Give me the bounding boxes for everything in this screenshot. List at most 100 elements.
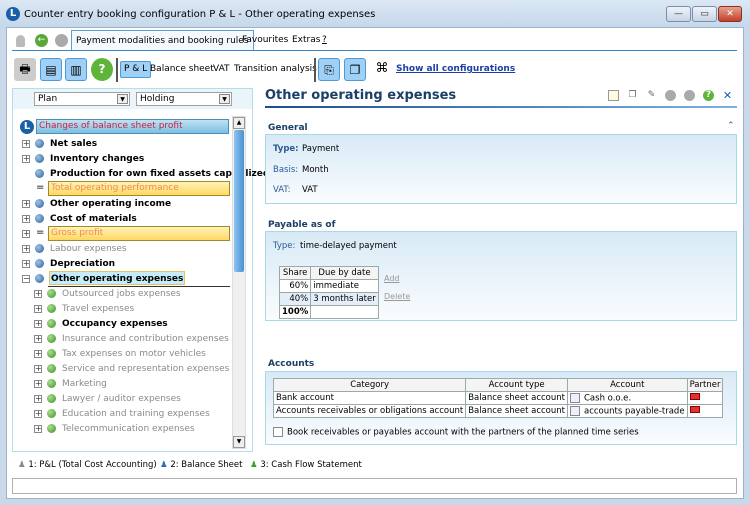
expand-icon[interactable]: +	[34, 380, 42, 388]
expand-icon[interactable]: +	[22, 140, 30, 148]
forward-icon[interactable]	[55, 34, 68, 47]
expand-icon[interactable]: +	[22, 245, 30, 253]
due-cell[interactable]: immediate	[310, 279, 379, 293]
close-icon[interactable]: ✕	[722, 90, 733, 101]
tree-item-education-and-training-expenses[interactable]: Education and training expenses	[62, 407, 210, 421]
pl-button[interactable]: P & L	[120, 61, 152, 78]
tree-item-marketing[interactable]: Marketing	[62, 377, 107, 391]
cancel-icon[interactable]	[684, 90, 695, 101]
maximize-button[interactable]: ▭	[692, 6, 717, 22]
tree-item-cost-of-materials[interactable]: Cost of materials	[50, 212, 137, 226]
holding-dropdown[interactable]: Holding ▼	[136, 92, 232, 106]
footer-balance[interactable]: ♟ 2: Balance Sheet	[160, 460, 242, 470]
share-cell[interactable]: 60%	[278, 279, 312, 293]
tree-total-gross-profit[interactable]: Gross profit	[48, 226, 230, 241]
vat-button[interactable]: VAT	[213, 64, 230, 74]
tree-item-lawyer-auditor-expenses[interactable]: Lawyer / auditor expenses	[62, 392, 181, 406]
tree-item-labour-expenses[interactable]: Labour expenses	[50, 242, 127, 256]
account-cell[interactable]: accounts payable-trade	[567, 404, 688, 418]
tree-item-tax-expenses-on-motor-vehicles[interactable]: Tax expenses on motor vehicles	[62, 347, 206, 361]
scroll-thumb[interactable]	[234, 130, 244, 272]
expand-icon[interactable]: +	[34, 350, 42, 358]
delete-button[interactable]: Delete	[384, 292, 410, 301]
table-row[interactable]: Bank account Balance sheet account Cash o.…	[272, 391, 724, 405]
tree-item-occupancy-expenses[interactable]: Occupancy expenses	[62, 317, 168, 331]
table-row[interactable]: 40% 3 months later	[278, 292, 379, 306]
tree-item-insurance-and-contribution-expenses[interactable]: Insurance and contribution expenses	[62, 332, 229, 346]
expand-icon[interactable]: +	[22, 215, 30, 223]
edit-icon[interactable]: ✎	[646, 90, 657, 101]
expand-icon[interactable]: +	[22, 260, 30, 268]
tree-item-selected[interactable]: Other operating expenses	[49, 271, 186, 285]
expand-icon[interactable]: +	[34, 335, 42, 343]
share-cell[interactable]: 40%	[278, 292, 312, 306]
close-button[interactable]: ✕	[718, 6, 742, 22]
menu-help[interactable]: ?	[318, 30, 331, 51]
scroll-up-icon[interactable]: ▲	[233, 117, 245, 129]
account-picker[interactable]	[570, 392, 580, 403]
tab-payment-modalities[interactable]: Payment modalities and booking rules	[71, 30, 254, 51]
plan-dropdown[interactable]: Plan ▼	[34, 92, 130, 106]
tree-item-inventory-changes[interactable]: Inventory changes	[50, 152, 144, 166]
tree-root[interactable]: Changes of balance sheet profit	[36, 119, 229, 134]
print-icon[interactable]: 🖶	[14, 58, 36, 81]
chevron-down-icon[interactable]: ▼	[219, 94, 230, 104]
partner-icon[interactable]	[689, 406, 700, 413]
confirm-icon[interactable]	[665, 90, 676, 101]
expand-icon[interactable]: +	[22, 200, 30, 208]
table-row[interactable]: Accounts receivables or obligations acco…	[272, 404, 724, 418]
tree-item-net-sales[interactable]: Net sales	[50, 137, 97, 151]
show-all-configurations-link[interactable]: Show all configurations	[396, 64, 515, 74]
column-header: Partner	[686, 378, 724, 392]
book-partners-checkbox-row[interactable]: Book receivables or payables account wit…	[273, 427, 639, 438]
partner-cell[interactable]	[686, 391, 724, 405]
account-cell[interactable]: Cash o.o.e.	[567, 391, 688, 405]
tree-item-depreciation[interactable]: Depreciation	[50, 257, 115, 271]
collapse-icon[interactable]: −	[22, 275, 30, 283]
binoculars-icon[interactable]: ⌘	[371, 58, 393, 81]
column-header: Category	[272, 378, 467, 392]
scroll-down-icon[interactable]: ▼	[233, 436, 245, 448]
new-icon[interactable]	[608, 90, 619, 101]
menu-favourites[interactable]: Favourites	[238, 30, 292, 51]
tree-scrollbar[interactable]: ▲ ▼	[232, 116, 246, 449]
due-cell[interactable]: 3 months later	[310, 292, 379, 306]
book-partners-checkbox[interactable]	[273, 427, 283, 437]
expand-icon[interactable]: +	[34, 305, 42, 313]
expand-icon[interactable]: +	[34, 410, 42, 418]
balance-sheet-button[interactable]: Balance sheet	[150, 64, 214, 74]
expand-icon[interactable]: +	[34, 395, 42, 403]
footer-cashflow[interactable]: ♟ 3: Cash Flow Statement	[250, 460, 362, 470]
tree-total-total-operating-performance[interactable]: Total operating performance	[48, 181, 230, 196]
expand-icon[interactable]: +	[34, 320, 42, 328]
help-icon[interactable]: ?	[91, 58, 113, 81]
left-pane-icon[interactable]: ▤	[40, 58, 62, 81]
tree-item-telecommunication-expenses[interactable]: Telecommunication expenses	[62, 422, 195, 436]
collapse-icon[interactable]: ⌃	[727, 121, 735, 131]
expand-icon[interactable]: +	[34, 290, 42, 298]
footer-pl[interactable]: ♟ 1: P&L (Total Cost Accounting)	[18, 460, 157, 470]
expand-icon[interactable]: +	[34, 365, 42, 373]
add-button[interactable]: Add	[384, 274, 400, 283]
booking-icon[interactable]: ⎘	[318, 58, 340, 81]
right-pane-icon[interactable]: ▥	[65, 58, 87, 81]
help-icon[interactable]: ?	[703, 90, 714, 101]
minimize-button[interactable]: —	[666, 6, 691, 22]
bell-icon[interactable]	[16, 35, 25, 47]
tree-item-outsourced-jobs-expenses[interactable]: Outsourced jobs expenses	[62, 287, 181, 301]
windows-icon[interactable]: ❐	[344, 58, 366, 81]
partner-icon[interactable]	[689, 393, 700, 400]
account-picker[interactable]	[570, 405, 580, 416]
expand-icon[interactable]: +	[22, 155, 30, 163]
copy-icon[interactable]: ❐	[627, 90, 638, 101]
tree-item-other-operating-income[interactable]: Other operating income	[50, 197, 171, 211]
back-icon[interactable]: ←	[35, 34, 48, 47]
expand-icon[interactable]: +	[34, 425, 42, 433]
tree-item-travel-expenses[interactable]: Travel expenses	[62, 302, 134, 316]
tree-item-service-and-representation-expenses[interactable]: Service and representation expenses	[62, 362, 229, 376]
expand-icon[interactable]: +	[22, 230, 30, 238]
partner-cell[interactable]	[686, 404, 724, 418]
chevron-down-icon[interactable]: ▼	[117, 94, 128, 104]
transition-analysis-button[interactable]: Transition analysis	[234, 64, 317, 74]
table-row[interactable]: 60% immediate	[278, 279, 379, 293]
